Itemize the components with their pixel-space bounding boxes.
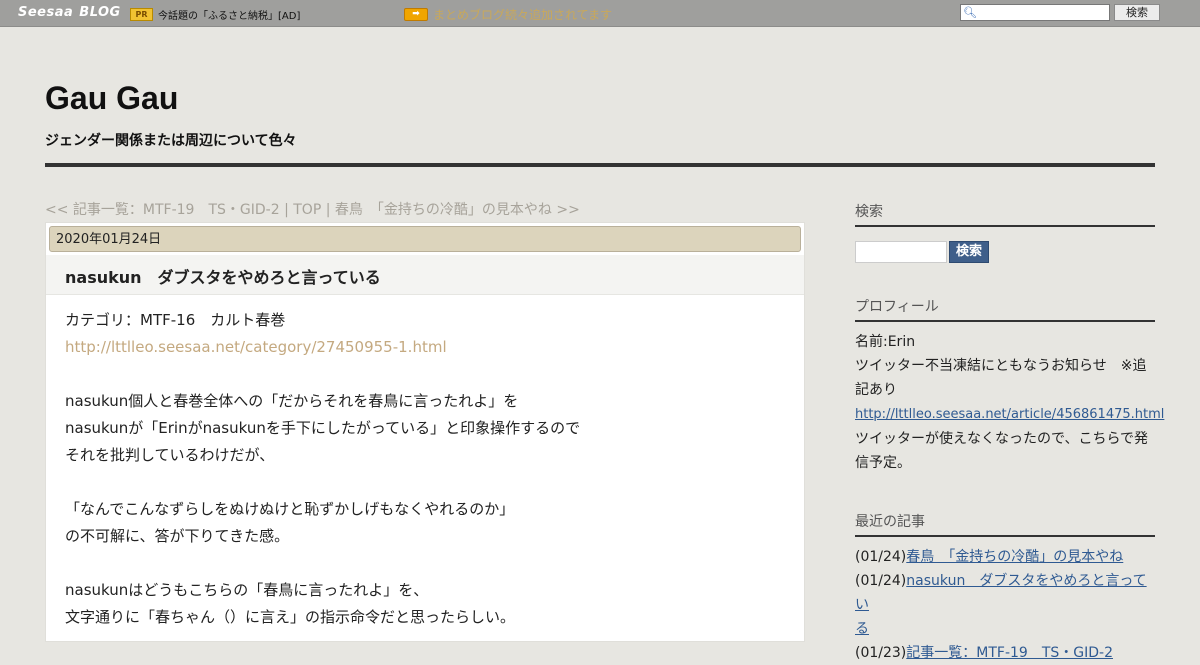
recent-article-link[interactable]: 記事一覧：MTF-19 TS・GID-2 bbox=[906, 645, 1113, 661]
pr-ad-link[interactable]: 今話題の「ふるさと納税」[AD] bbox=[158, 7, 300, 22]
article-title-bar: nasukun ダブスタをやめろと言っている bbox=[46, 255, 804, 295]
sidebar-profile-section: プロフィール 名前:Erin ツイッター不当凍結にともなうお知らせ ※追 記あり… bbox=[855, 296, 1164, 475]
top-search-input[interactable]: 🔍︎ bbox=[960, 4, 1110, 21]
pr-badge: PR bbox=[130, 8, 153, 21]
search-icon: 🔍︎ bbox=[963, 6, 977, 19]
header-divider bbox=[45, 163, 1155, 167]
article-body: カテゴリ：MTF-16 カルト春巻 http://lttlleo.seesaa.… bbox=[65, 307, 785, 631]
body-line: の不可解に、答が下りてきた感。 bbox=[65, 527, 290, 545]
article-title[interactable]: nasukun ダブスタをやめろと言っている bbox=[65, 264, 381, 288]
site-title[interactable]: Gau Gau bbox=[45, 80, 178, 117]
list-item: (01/24)春鳥 「金持ちの冷酷」の見本やね bbox=[855, 545, 1155, 569]
profile-text: 信予定。 bbox=[855, 455, 911, 471]
sidebar-recent-heading: 最近の記事 bbox=[855, 511, 1155, 537]
sidebar-search-heading: 検索 bbox=[855, 201, 1155, 227]
logo-text: Seesaa bbox=[18, 5, 74, 20]
next-article-link[interactable]: 春鳥 「金持ちの冷酷」の見本やね >> bbox=[335, 202, 580, 218]
list-item: (01/24)nasukun ダブスタをやめろと言っている bbox=[855, 569, 1155, 641]
body-line: それを批判しているわけだが、 bbox=[65, 446, 275, 464]
profile-name: 名前:Erin bbox=[855, 334, 916, 350]
recent-date: (01/23) bbox=[855, 645, 907, 661]
body-line: nasukunが「Erinがnasukunを手下にしたがっている」と印象操作する… bbox=[65, 419, 581, 437]
recent-date: (01/24) bbox=[855, 549, 907, 565]
arrow-right-icon: ➡ bbox=[404, 8, 428, 21]
nav-separator: | bbox=[321, 202, 335, 218]
sidebar-search-button[interactable]: 検索 bbox=[949, 241, 989, 263]
body-line: カテゴリ：MTF-16 カルト春巻 bbox=[65, 311, 286, 329]
seesaa-blog-logo[interactable]: Seesaa BLOG bbox=[18, 5, 121, 20]
profile-article-link[interactable]: http://lttlleo.seesaa.net/article/456861… bbox=[855, 407, 1164, 422]
sidebar-profile-heading: プロフィール bbox=[855, 296, 1155, 322]
logo-blog-text: BLOG bbox=[79, 5, 121, 20]
body-line: nasukun個人と春巻全体への「だからそれを春鳥に言ったれよ」を bbox=[65, 392, 519, 410]
body-line bbox=[65, 361, 785, 388]
body-line bbox=[65, 469, 785, 496]
top-search-button[interactable]: 検索 bbox=[1114, 4, 1160, 21]
prev-article-link[interactable]: << 記事一覧：MTF-19 TS・GID-2 bbox=[45, 202, 280, 218]
profile-text: ツイッター不当凍結にともなうお知らせ ※追 bbox=[855, 358, 1147, 374]
article-navigation: << 記事一覧：MTF-19 TS・GID-2 | TOP | 春鳥 「金持ちの… bbox=[45, 199, 580, 219]
body-line: nasukunはどうもこちらの「春鳥に言ったれよ」を、 bbox=[65, 581, 429, 599]
profile-text: ツイッターが使えなくなったので、こちらで発 bbox=[855, 431, 1149, 447]
recent-date: (01/24) bbox=[855, 573, 907, 589]
recent-article-link-cont[interactable]: る bbox=[855, 621, 869, 637]
recent-list: (01/24)春鳥 「金持ちの冷酷」の見本やね (01/24)nasukun ダ… bbox=[855, 537, 1155, 665]
sidebar-search-input[interactable] bbox=[855, 241, 947, 263]
recent-article-link[interactable]: 春鳥 「金持ちの冷酷」の見本やね bbox=[906, 549, 1123, 565]
profile-text: 記あり bbox=[855, 382, 897, 398]
notice-link[interactable]: まとめブログ続々追加されてます bbox=[433, 6, 612, 23]
category-link[interactable]: http://lttlleo.seesaa.net/category/27450… bbox=[65, 334, 785, 361]
list-item: (01/23)記事一覧：MTF-19 TS・GID-2 bbox=[855, 641, 1155, 665]
body-line: 「なんでこんなずらしをぬけぬけと恥ずかしげもなくやれるのか」 bbox=[65, 500, 515, 518]
top-bar: Seesaa BLOG PR 今話題の「ふるさと納税」[AD] ➡ まとめブログ続… bbox=[0, 0, 1200, 27]
nav-separator: | bbox=[279, 202, 294, 218]
profile-body: 名前:Erin ツイッター不当凍結にともなうお知らせ ※追 記あり http:/… bbox=[855, 322, 1164, 475]
body-line bbox=[65, 550, 785, 577]
article-date: 2020年01月24日 bbox=[49, 226, 801, 252]
sidebar-search-section: 検索 検索 bbox=[855, 201, 1155, 271]
sidebar-recent-section: 最近の記事 (01/24)春鳥 「金持ちの冷酷」の見本やね (01/24)nas… bbox=[855, 511, 1155, 665]
body-line: 文字通りに「春ちゃん（）に言え」の指示命令だと思ったらしい。 bbox=[65, 608, 516, 626]
site-description: ジェンダー関係または周辺について色々 bbox=[45, 133, 297, 149]
top-link[interactable]: TOP bbox=[293, 202, 321, 218]
article: 2020年01月24日 nasukun ダブスタをやめろと言っている カテゴリ：… bbox=[45, 222, 805, 642]
